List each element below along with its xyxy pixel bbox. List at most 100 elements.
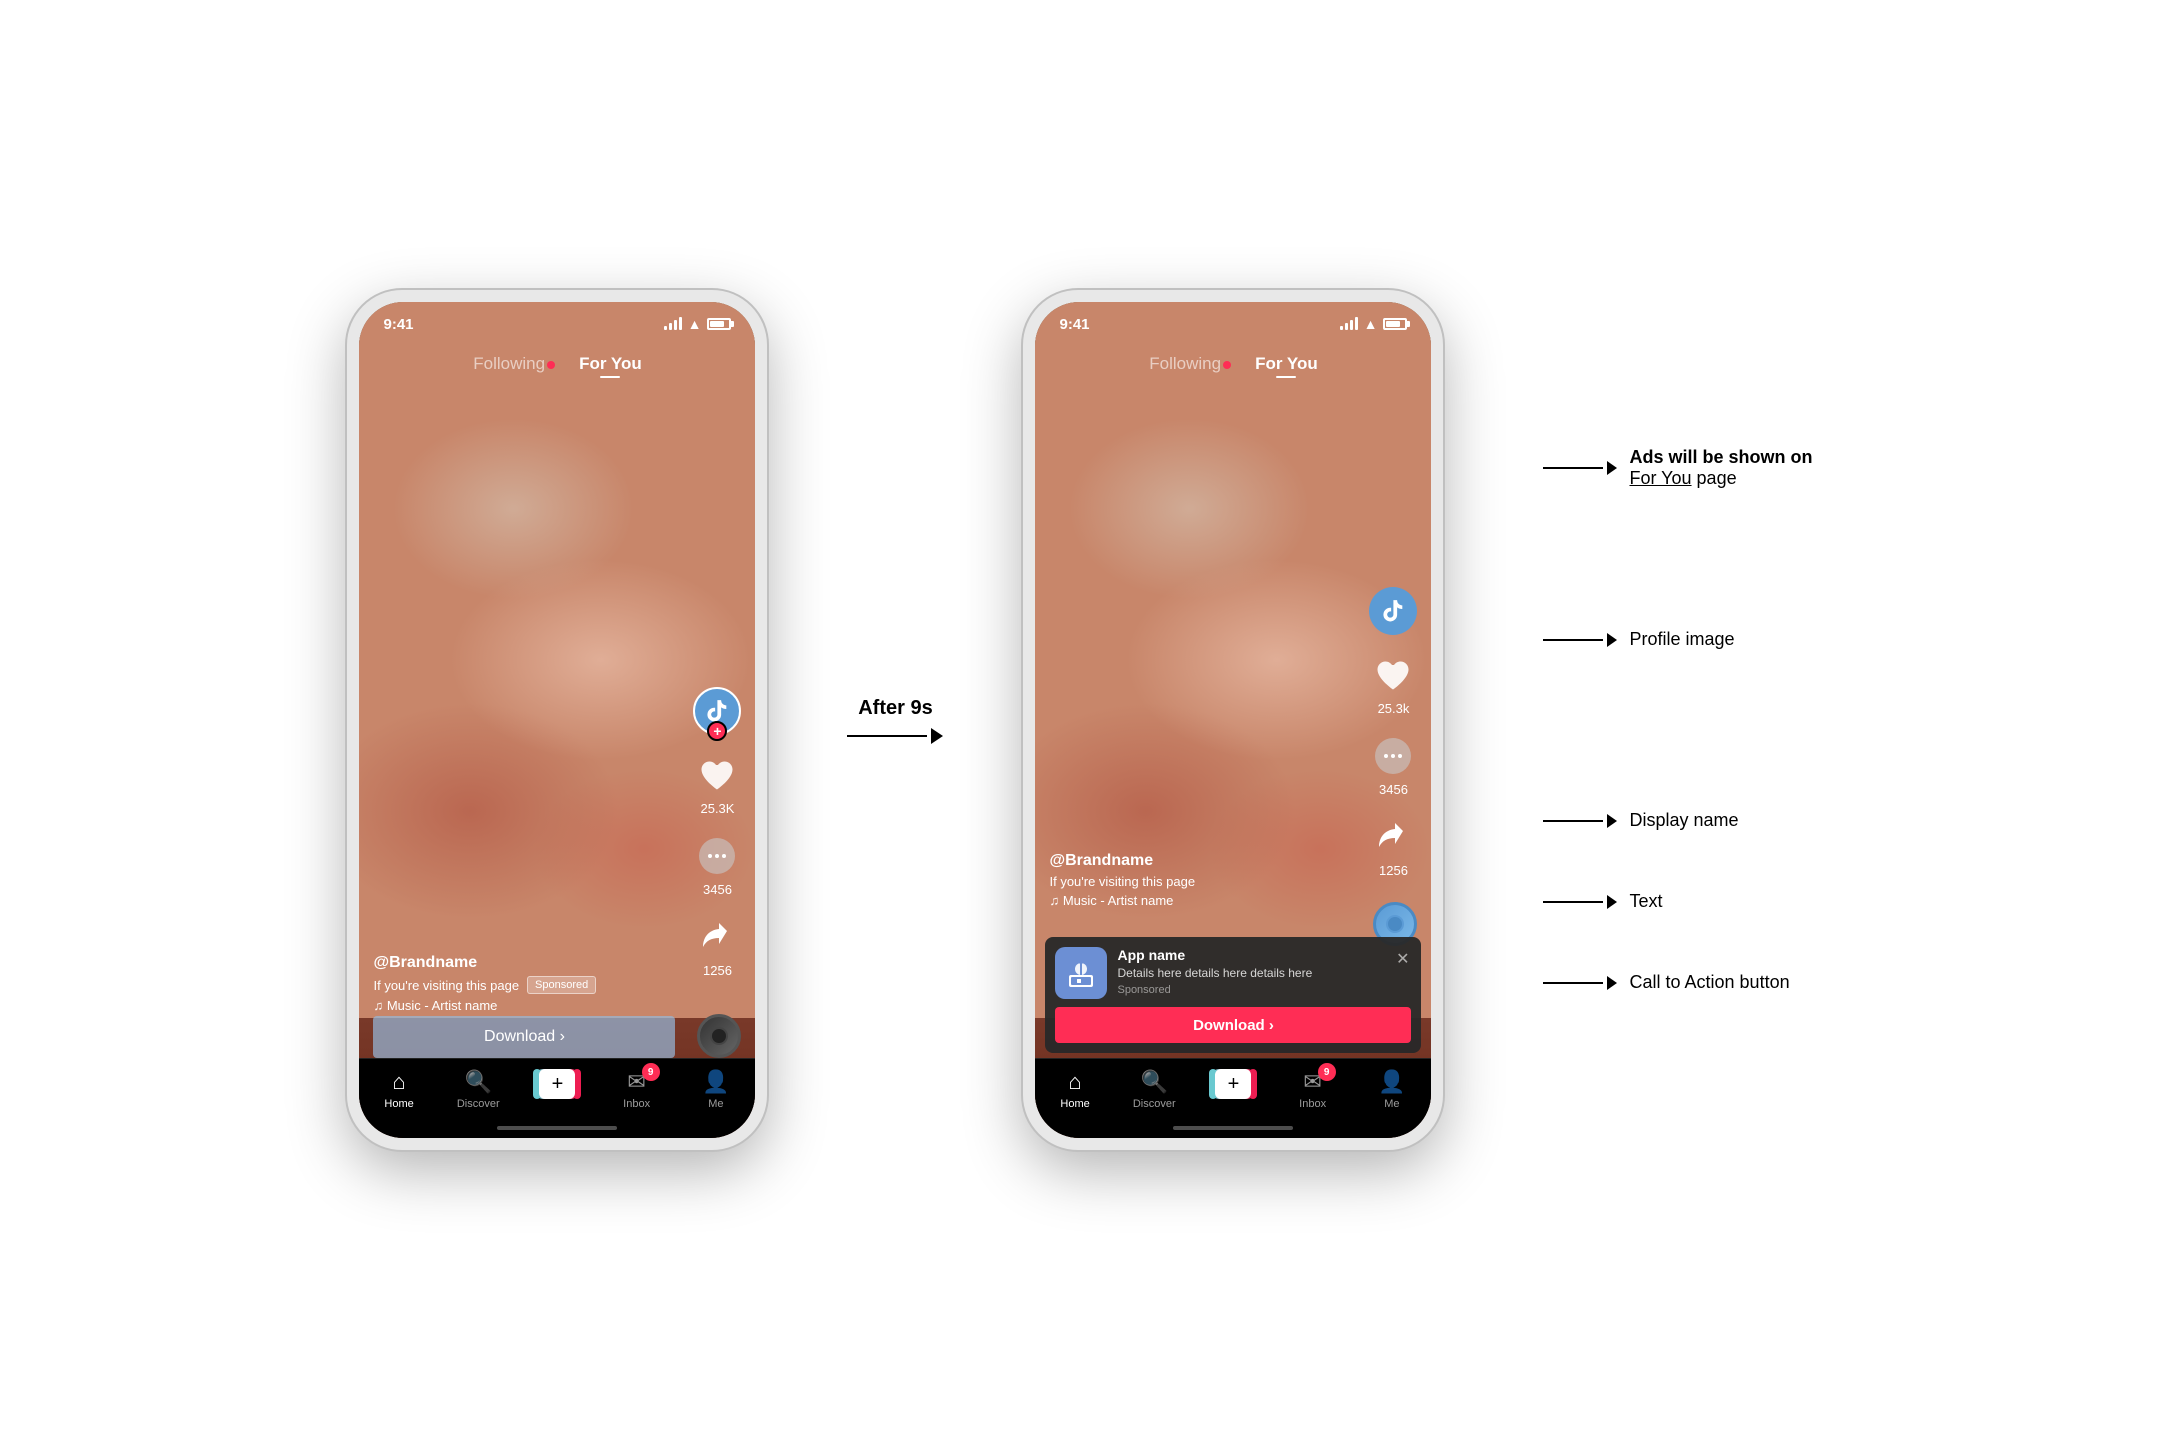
like-count-2: 25.3k [1378,701,1410,716]
comment-button[interactable]: 3456 [695,834,739,897]
annotation-text-ads: Ads will be shown on For You page [1629,447,1812,489]
like-button[interactable]: 25.3K [695,753,739,816]
transition-label: After 9s [858,697,932,720]
live-dot [547,361,555,369]
nav-add-2[interactable]: + [1203,1069,1263,1105]
phone-2: 9:41 ▲ Following [1023,290,1443,1150]
nav-discover-label: Discover [457,1098,500,1110]
battery-icon [707,318,731,330]
arrow-line [847,728,943,744]
tab-for-you-2[interactable]: For You [1255,354,1318,374]
top-nav-2: Following For You [1035,346,1431,382]
annotation-head-3 [1607,814,1617,828]
profile-avatar[interactable]: + [693,687,741,735]
more-icon [699,838,735,874]
status-icons: ▲ [664,316,732,332]
top-nav: Following For You [359,346,755,382]
ad-download-button[interactable]: Download › [1055,1007,1411,1043]
annotation-arrow-1 [1543,461,1617,475]
video-description-2: If you're visiting this page [1049,874,1361,889]
ad-close-button[interactable]: ✕ [1394,947,1411,971]
nav-inbox[interactable]: ✉ 9 Inbox [607,1069,667,1110]
annotation-arrow-5 [1543,976,1617,990]
profile-avatar-2[interactable] [1369,587,1417,635]
annotation-head-5 [1607,976,1617,990]
right-actions: + 25.3K [693,687,741,978]
tab-following-2[interactable]: Following [1149,354,1231,374]
annotation-shaft-5 [1543,982,1603,984]
nav-home-2[interactable]: ⌂ Home [1045,1069,1105,1110]
annotation-arrow-2 [1543,633,1617,647]
annotation-cta: Call to Action button [1543,972,1812,993]
home-icon-2: ⌂ [1062,1069,1088,1095]
share-button[interactable]: 1256 [695,915,739,978]
annotation-arrow-3 [1543,814,1617,828]
annotation-text-profile: Profile image [1629,629,1734,650]
tab-for-you[interactable]: For You [579,354,642,374]
annotation-shaft-4 [1543,901,1603,903]
brand-name-2: @Brandname [1049,852,1361,870]
more-icon-2 [1375,738,1411,774]
annotations-panel: Ads will be shown on For You page Profil… [1543,447,1812,993]
add-button[interactable]: + [535,1069,579,1099]
ad-card: App name Details here details here detai… [1045,937,1421,1053]
add-button-2[interactable]: + [1211,1069,1255,1099]
arrow-shaft [847,735,927,737]
signal-icon-2 [1340,318,1358,330]
nav-home[interactable]: ⌂ Home [369,1069,429,1110]
annotation-profile: Profile image [1543,629,1812,650]
nav-discover[interactable]: 🔍 Discover [448,1069,508,1110]
download-cta-button[interactable]: Download › [373,1016,675,1058]
annotation-text-display-name: Display name [1629,810,1738,831]
signal-icon [664,318,682,330]
comment-button-2[interactable]: 3456 [1371,734,1415,797]
nav-me-2[interactable]: 👤 Me [1362,1069,1422,1110]
nav-me-label: Me [708,1098,723,1110]
status-bar: 9:41 ▲ [359,302,755,346]
ad-app-icon [1055,947,1107,999]
home-indicator [497,1126,617,1130]
live-dot-2 [1223,361,1231,369]
discover-icon: 🔍 [465,1069,491,1095]
phone-1: 9:41 ▲ Following [347,290,767,1150]
ad-card-header: App name Details here details here detai… [1055,947,1411,999]
me-icon-2: 👤 [1379,1069,1405,1095]
nav-discover-2[interactable]: 🔍 Discover [1124,1069,1184,1110]
annotation-shaft-2 [1543,639,1603,641]
transition-arrow: After 9s [847,697,943,744]
follow-plus-badge: + [707,721,727,741]
ad-description: Details here details here details here [1117,965,1384,982]
inbox-badge-2: 9 [1318,1063,1336,1081]
ad-content: App name Details here details here detai… [1117,947,1384,996]
nav-inbox-label-2: Inbox [1299,1098,1326,1110]
status-time: 9:41 [383,316,413,333]
share-button-2[interactable]: 1256 [1371,815,1415,878]
brand-name: @Brandname [373,954,685,972]
nav-me[interactable]: 👤 Me [686,1069,746,1110]
like-button-2[interactable]: 25.3k [1371,653,1415,716]
share-count-2: 1256 [1379,863,1408,878]
battery-icon-2 [1383,318,1407,330]
music-info: ♫ Music - Artist name [373,998,685,1013]
annotation-shaft-3 [1543,820,1603,822]
add-plus-icon: + [539,1069,575,1099]
right-actions-2: 25.3k 3456 [1369,587,1417,878]
annotation-arrow-4 [1543,895,1617,909]
ad-sponsored: Sponsored [1117,984,1384,996]
wifi-icon-2: ▲ [1364,316,1378,332]
nav-inbox-2[interactable]: ✉ 9 Inbox [1283,1069,1343,1110]
home-icon: ⌂ [386,1069,412,1095]
status-icons-2: ▲ [1340,316,1408,332]
nav-add[interactable]: + [527,1069,587,1105]
annotation-text-cta: Call to Action button [1629,972,1789,993]
annotation-text-text: Text [1629,891,1662,912]
inbox-icon-2: ✉ 9 [1300,1069,1326,1095]
video-description: If you're visiting this page Sponsored [373,976,685,994]
bottom-info: @Brandname If you're visiting this page … [373,954,685,1013]
comment-count: 3456 [703,882,732,897]
annotation-head-4 [1607,895,1617,909]
share-count: 1256 [703,963,732,978]
status-bar-2: 9:41 ▲ [1035,302,1431,346]
tab-following[interactable]: Following [473,354,555,374]
comment-count-2: 3456 [1379,782,1408,797]
